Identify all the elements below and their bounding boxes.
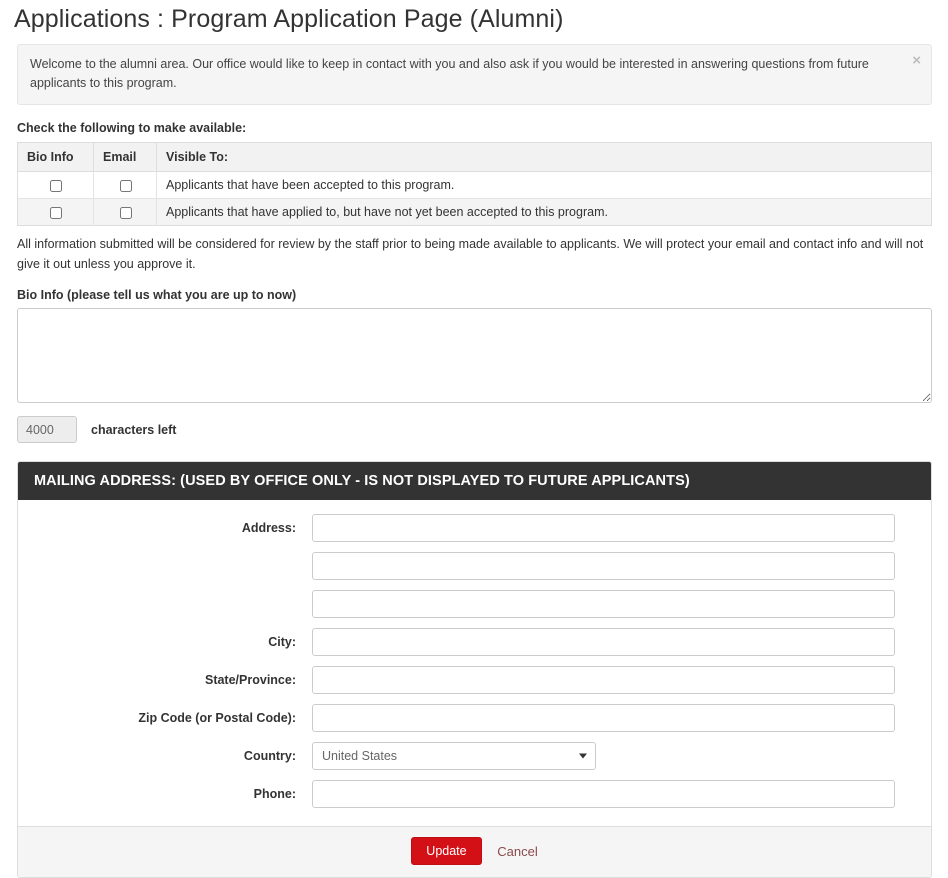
form-row-address-1: Address: (18, 514, 931, 542)
column-header-email: Email (93, 142, 157, 173)
zip-code-label: Zip Code (or Postal Code): (138, 711, 296, 725)
close-icon[interactable]: × (912, 53, 921, 68)
character-counter-row: characters left (17, 416, 948, 443)
form-row-phone: Phone: (18, 780, 931, 808)
email-checkbox-row-1[interactable] (119, 179, 132, 192)
table-header-row: Bio Info Email Visible To: (17, 142, 932, 173)
form-row-address-2 (18, 552, 931, 580)
mailing-address-heading: MAILING ADDRESS: (USED BY OFFICE ONLY - … (18, 462, 931, 500)
address-label: Address: (241, 521, 296, 535)
form-row-zip: Zip Code (or Postal Code): (18, 704, 931, 732)
zip-code-input[interactable] (312, 704, 895, 732)
column-header-bio-info: Bio Info (17, 142, 94, 173)
state-province-input[interactable] (312, 666, 895, 694)
address-line-3-input[interactable] (312, 590, 895, 618)
mailing-address-body: Address: City: State/Province: Zip Code … (18, 500, 931, 826)
bio-info-checkbox-row-2[interactable] (50, 206, 62, 219)
column-header-visible-to: Visible To: (156, 142, 932, 173)
page-title: Applications : Program Application Page … (14, 5, 564, 33)
availability-table-head: Bio Info Email Visible To: (17, 142, 932, 173)
availability-table: Bio Info Email Visible To: Applicants th… (17, 142, 932, 227)
form-row-address-3 (18, 590, 931, 618)
characters-left-label: characters left (91, 422, 177, 437)
welcome-alert: × Welcome to the alumni area. Our office… (17, 43, 932, 106)
email-cell (93, 171, 157, 199)
country-select[interactable]: United States (312, 742, 596, 770)
table-row: Applicants that have been accepted to th… (17, 171, 932, 199)
bio-info-label: Bio Info (please tell us what you are up… (17, 288, 297, 302)
availability-table-body: Applicants that have been accepted to th… (17, 171, 932, 226)
update-button[interactable]: Update (411, 837, 482, 865)
country-label: Country: (243, 749, 296, 763)
phone-label: Phone: (253, 787, 296, 801)
form-actions-footer: Update Cancel (18, 826, 931, 877)
country-select-wrapper: United States (312, 742, 596, 770)
city-input[interactable] (312, 628, 895, 656)
state-province-label: State/Province: (204, 673, 296, 687)
cancel-link[interactable]: Cancel (497, 844, 537, 859)
form-row-country: Country: United States (18, 742, 931, 770)
page-container: Applications : Program Application Page … (0, 0, 948, 878)
mailing-address-panel: MAILING ADDRESS: (USED BY OFFICE ONLY - … (17, 461, 932, 878)
welcome-alert-message: Welcome to the alumni area. Our office w… (30, 56, 869, 90)
bio-info-checkbox-row-1[interactable] (50, 179, 62, 192)
email-cell (93, 198, 157, 226)
availability-table-wrapper: Bio Info Email Visible To: Applicants th… (17, 142, 932, 227)
address-line-1-input[interactable] (312, 514, 895, 542)
city-label: City: (268, 635, 296, 649)
visible-to-cell-row-2: Applicants that have applied to, but hav… (156, 198, 932, 226)
availability-section-label: Check the following to make available: (17, 121, 247, 136)
privacy-info-paragraph: All information submitted will be consid… (17, 237, 924, 271)
phone-input[interactable] (312, 780, 895, 808)
table-row: Applicants that have applied to, but hav… (17, 198, 932, 226)
characters-left-input[interactable] (17, 416, 77, 443)
email-checkbox-row-2[interactable] (119, 206, 132, 219)
bio-info-cell (17, 171, 94, 199)
form-row-city: City: (18, 628, 931, 656)
bio-info-cell (17, 198, 94, 226)
address-line-2-input[interactable] (312, 552, 895, 580)
visible-to-cell-row-1: Applicants that have been accepted to th… (156, 171, 932, 199)
bio-info-textarea[interactable] (17, 308, 932, 403)
form-row-state: State/Province: (18, 666, 931, 694)
